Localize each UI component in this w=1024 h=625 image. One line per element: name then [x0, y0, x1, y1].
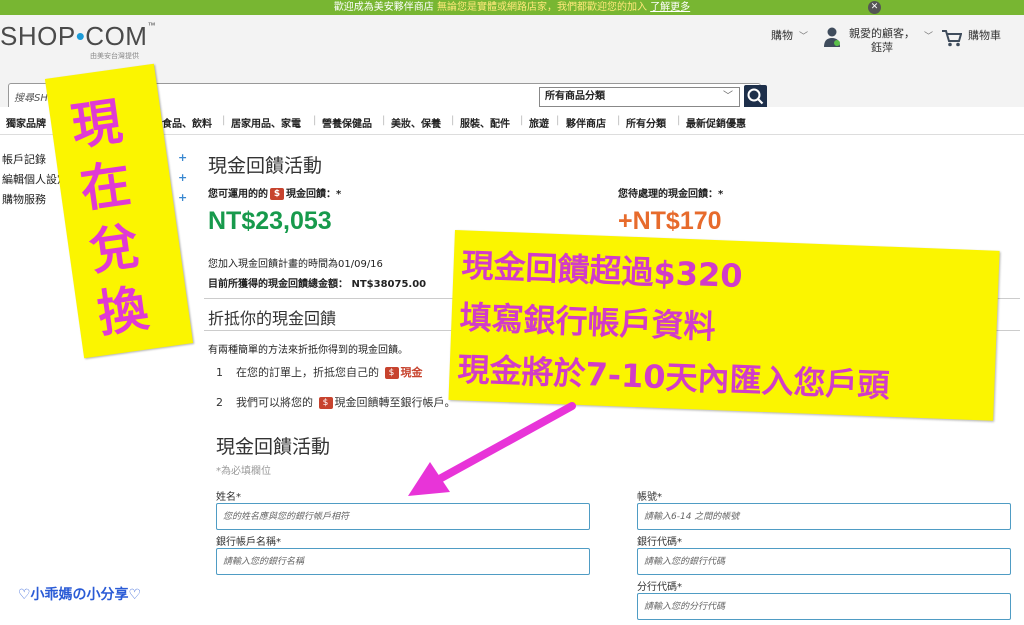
account-menu[interactable]: 親愛的顧客， 鈺萍 — [849, 27, 915, 55]
site-logo[interactable]: SHOP•COM™ — [0, 21, 156, 52]
banner-text: 歡迎成為美安夥伴商店 — [333, 2, 434, 13]
cashback-badge-icon: $ — [384, 367, 399, 379]
expand-icon[interactable]: + — [178, 151, 187, 164]
category-select[interactable]: 所有商品分類 ﹀ — [539, 87, 740, 107]
logo-subtitle: 由美安台灣提供 — [90, 52, 139, 60]
nav-category[interactable]: 營養保健品 — [322, 115, 372, 130]
nav-category[interactable]: 居家用品、家電 — [231, 115, 301, 130]
bank-code-label: 銀行代碼* — [637, 537, 682, 548]
redeem-section-title: 折抵你的現金回饋 — [208, 309, 337, 328]
blog-watermark: ♡小乖媽の小分享♡ — [18, 587, 142, 603]
cart-link[interactable]: 購物車 — [968, 27, 1001, 43]
learn-more-link[interactable]: 了解更多 — [650, 2, 690, 13]
available-cashback-label: 您可運用的的 $ 現金回饋：* — [208, 188, 342, 200]
search-button[interactable] — [744, 85, 767, 109]
branch-code-label: 分行代碼* — [637, 582, 682, 593]
greeting-line1: 親愛的顧客， — [849, 27, 915, 40]
bank-name-label: 銀行帳戶名稱* — [216, 537, 281, 548]
page-title: 現金回饋活動 — [208, 155, 323, 177]
instruction-note: 現金回饋超過$320 填寫銀行帳戶資料 現金將於7-10天內匯入您戶頭 — [448, 230, 1000, 421]
nav-category[interactable]: 夥伴商店 — [566, 115, 606, 130]
available-cashback-amount: NT$23,053 — [208, 207, 332, 235]
top-banner: 歡迎成為美安夥伴商店 無論您是實體或網路店家，我們都歡迎您的加入 了解更多 ✕ — [0, 0, 1024, 15]
nav-separator: | — [520, 115, 524, 126]
note-line: 填寫銀行帳戶資料 — [458, 298, 717, 347]
total-earned: 目前所獲得的現金回饋總金額： NT$38075.00 — [208, 279, 427, 290]
greeting-name: 鈺萍 — [871, 41, 893, 54]
search-icon — [747, 88, 764, 105]
nav-category[interactable]: 服裝、配件 — [460, 115, 510, 130]
branch-code-field[interactable] — [637, 593, 1011, 620]
nav-separator: | — [451, 115, 455, 126]
cashback-badge-icon: $ — [318, 397, 333, 409]
nav-separator: | — [677, 115, 681, 126]
account-number-label: 帳號* — [637, 492, 662, 503]
nav-separator: | — [556, 115, 560, 126]
name-label: 姓名* — [216, 492, 241, 503]
nav-category[interactable]: 旅遊 — [529, 115, 549, 130]
join-date: 您加入現金回饋計畫的時間為01/09/16 — [208, 259, 383, 270]
pending-cashback-label: 您待處理的現金回饋：* — [618, 189, 724, 200]
close-icon[interactable]: ✕ — [868, 1, 881, 14]
pending-cashback-amount: +NT$170 — [618, 207, 722, 235]
required-note: *為必填欄位 — [216, 466, 271, 477]
bank-name-field[interactable] — [216, 548, 590, 575]
redeem-description: 有兩種簡單的方法來折抵你得到的現金回饋。 — [208, 345, 408, 356]
banner-highlight: 無論您是實體或網路店家，我們都歡迎您的加入 — [437, 2, 647, 13]
name-field[interactable] — [216, 503, 590, 530]
sidebar-item-shopping-services[interactable]: 購物服務 — [2, 191, 46, 207]
user-icon — [824, 27, 840, 47]
nav-separator: | — [382, 115, 386, 126]
shop-menu-label: 購物 — [771, 29, 793, 42]
chevron-down-icon: ﹀ — [723, 91, 733, 102]
nav-category[interactable]: 獨家品牌 — [6, 115, 46, 130]
nav-separator: | — [617, 115, 621, 126]
nav-category[interactable]: 食品、飲料 — [162, 115, 212, 130]
pointer-arrow-icon — [408, 402, 576, 496]
nav-category[interactable]: 美妝、保養 — [391, 115, 441, 130]
form-title: 現金回饋活動 — [216, 436, 331, 458]
nav-category[interactable]: 所有分類 — [626, 115, 666, 130]
chevron-down-icon: ﹀ — [799, 32, 809, 42]
bank-code-field[interactable] — [637, 548, 1011, 575]
expand-icon[interactable]: + — [178, 191, 187, 204]
category-select-value: 所有商品分類 — [545, 91, 605, 102]
cashback-badge-icon: $ — [270, 188, 284, 200]
account-number-field[interactable] — [637, 503, 1011, 530]
cart-icon[interactable] — [942, 29, 962, 47]
nav-separator: | — [313, 115, 317, 126]
sidebar-item-account-records[interactable]: 帳戶記錄 — [2, 151, 46, 167]
expand-icon[interactable]: + — [178, 171, 187, 184]
redeem-step-1: 1 在您的訂單上，折抵您自己的 $ 現金 — [216, 366, 423, 379]
nav-separator: | — [222, 115, 226, 126]
annotation-char: 換 — [94, 278, 152, 344]
chevron-down-icon[interactable]: ﹀ — [918, 29, 933, 42]
note-line: 現金回饋超過$320 — [460, 246, 744, 296]
nav-category[interactable]: 最新促銷優惠 — [686, 115, 746, 130]
shop-menu[interactable]: 購物 ﹀ — [771, 27, 808, 43]
